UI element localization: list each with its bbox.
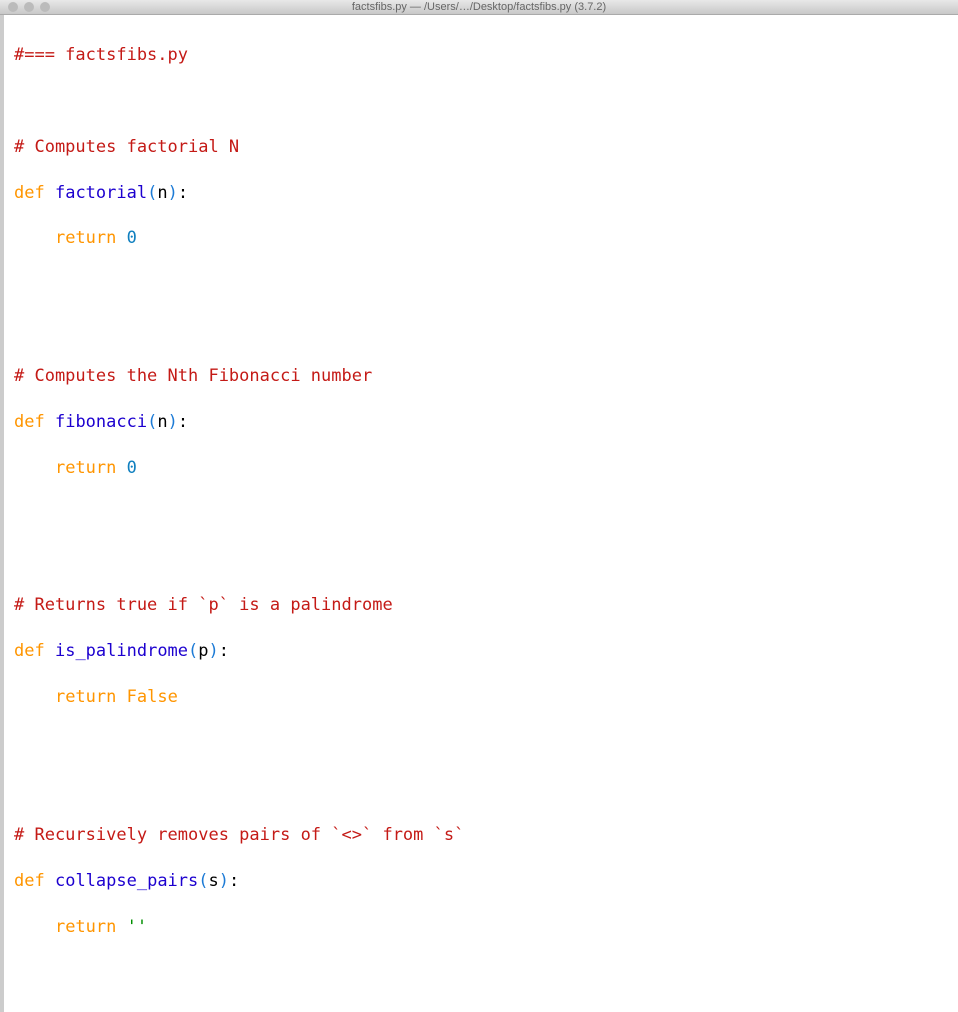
paren-open: ( xyxy=(188,641,198,661)
paren-close: ) xyxy=(209,641,219,661)
code-line xyxy=(14,273,956,296)
colon: : xyxy=(219,641,229,661)
paren-open: ( xyxy=(147,412,157,432)
comment-text: #=== factsfibs.py xyxy=(14,45,188,65)
zoom-icon[interactable] xyxy=(40,2,50,12)
paren-open: ( xyxy=(198,871,208,891)
param: n xyxy=(157,183,167,203)
code-line xyxy=(14,961,956,984)
space xyxy=(116,228,126,248)
code-line: #=== factsfibs.py xyxy=(14,44,956,67)
window-title: factsfibs.py — /Users/…/Desktop/factsfib… xyxy=(352,1,606,13)
space xyxy=(45,183,55,203)
window-titlebar: factsfibs.py — /Users/…/Desktop/factsfib… xyxy=(0,0,958,15)
code-line xyxy=(14,1007,956,1012)
code-line: return '' xyxy=(14,916,956,939)
code-line xyxy=(14,778,956,801)
code-line xyxy=(14,732,956,755)
code-line xyxy=(14,503,956,526)
keyword: return xyxy=(55,917,116,937)
space xyxy=(45,641,55,661)
func-name: fibonacci xyxy=(55,412,147,432)
func-name: factorial xyxy=(55,183,147,203)
code-editor[interactable]: #=== factsfibs.py # Computes factorial N… xyxy=(0,15,958,1012)
space xyxy=(116,458,126,478)
code-line: def fibonacci(n): xyxy=(14,411,956,434)
code-line: def collapse_pairs(s): xyxy=(14,870,956,893)
keyword: return xyxy=(55,228,116,248)
code-line: # Computes the Nth Fibonacci number xyxy=(14,365,956,388)
keyword: def xyxy=(14,871,45,891)
code-line xyxy=(14,90,956,113)
param: p xyxy=(198,641,208,661)
code-line: # Returns true if `p` is a palindrome xyxy=(14,594,956,617)
code-line: # Computes factorial N xyxy=(14,136,956,159)
code-line xyxy=(14,319,956,342)
colon: : xyxy=(178,412,188,432)
comment-text: # Recursively removes pairs of `<>` from… xyxy=(14,825,464,845)
paren-close: ) xyxy=(168,412,178,432)
paren-close: ) xyxy=(219,871,229,891)
code-line: return 0 xyxy=(14,457,956,480)
code-line: return 0 xyxy=(14,227,956,250)
keyword: return xyxy=(55,458,116,478)
colon: : xyxy=(229,871,239,891)
func-name: is_palindrome xyxy=(55,641,188,661)
comment-text: # Returns true if `p` is a palindrome xyxy=(14,595,393,615)
keyword: def xyxy=(14,183,45,203)
func-name: collapse_pairs xyxy=(55,871,198,891)
code-line xyxy=(14,549,956,572)
code-line: return False xyxy=(14,686,956,709)
space xyxy=(116,687,126,707)
space xyxy=(45,871,55,891)
space xyxy=(116,917,126,937)
paren-close: ) xyxy=(168,183,178,203)
string: '' xyxy=(127,917,147,937)
keyword: return xyxy=(55,687,116,707)
number: 0 xyxy=(127,458,137,478)
indent xyxy=(14,228,55,248)
number: 0 xyxy=(127,228,137,248)
code-line: def is_palindrome(p): xyxy=(14,640,956,663)
keyword: def xyxy=(14,641,45,661)
code-line: def factorial(n): xyxy=(14,182,956,205)
param: s xyxy=(209,871,219,891)
code-line: # Recursively removes pairs of `<>` from… xyxy=(14,824,956,847)
keyword: def xyxy=(14,412,45,432)
paren-open: ( xyxy=(147,183,157,203)
space xyxy=(45,412,55,432)
colon: : xyxy=(178,183,188,203)
comment-text: # Computes the Nth Fibonacci number xyxy=(14,366,372,386)
indent xyxy=(14,687,55,707)
param: n xyxy=(157,412,167,432)
comment-text: # Computes factorial N xyxy=(14,137,239,157)
indent xyxy=(14,917,55,937)
indent xyxy=(14,458,55,478)
minimize-icon[interactable] xyxy=(24,2,34,12)
bool: False xyxy=(127,687,178,707)
close-icon[interactable] xyxy=(8,2,18,12)
